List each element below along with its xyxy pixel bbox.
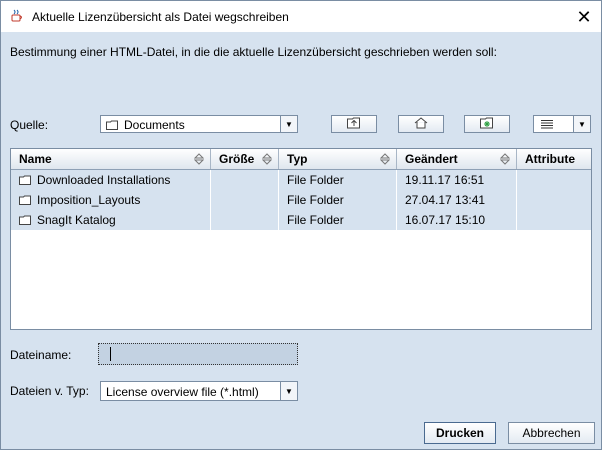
column-header-name[interactable]: Name [11, 149, 211, 169]
file-type: File Folder [279, 170, 397, 190]
home-button[interactable] [398, 115, 444, 133]
file-attribute [517, 190, 591, 210]
sort-icon [380, 153, 390, 165]
title-bar: Aktuelle Lizenzübersicht als Datei wegsc… [1, 1, 601, 32]
file-name: Imposition_Layouts [37, 193, 141, 207]
file-size [211, 190, 279, 210]
filename-field[interactable] [98, 343, 298, 365]
column-header-attribute[interactable]: Attribute [517, 149, 591, 169]
filetype-label: Dateien v. Typ: [10, 384, 89, 398]
sort-icon [194, 153, 204, 165]
source-combo[interactable]: Documents ▼ [100, 115, 298, 133]
view-list-icon [540, 119, 554, 133]
file-modified: 19.11.17 16:51 [397, 170, 517, 190]
column-header-modified[interactable]: Geändert [397, 149, 517, 169]
file-size [211, 210, 279, 230]
file-modified: 27.04.17 13:41 [397, 190, 517, 210]
table-row[interactable]: Downloaded Installations File Folder 19.… [11, 170, 591, 190]
instruction-text: Bestimmung einer HTML-Datei, in die die … [10, 45, 497, 59]
folder-icon [19, 171, 31, 190]
window-title: Aktuelle Lizenzübersicht als Datei wegsc… [32, 10, 289, 24]
dialog-content: Bestimmung einer HTML-Datei, in die die … [1, 32, 601, 449]
filetype-value: License overview file (*.html) [106, 385, 259, 399]
file-name: SnagIt Katalog [37, 213, 116, 227]
column-header-type[interactable]: Typ [279, 149, 397, 169]
up-folder-button[interactable] [331, 115, 377, 133]
chevron-down-icon[interactable]: ▼ [280, 116, 297, 132]
file-type: File Folder [279, 210, 397, 230]
file-name: Downloaded Installations [37, 173, 171, 187]
cancel-button[interactable]: Abbrechen [508, 422, 595, 444]
file-size [211, 170, 279, 190]
home-icon [413, 116, 429, 133]
column-header-size[interactable]: Größe [211, 149, 279, 169]
filename-label: Dateiname: [10, 348, 72, 362]
file-attribute [517, 170, 591, 190]
file-attribute [517, 210, 591, 230]
close-icon[interactable]: ✕ [567, 5, 601, 29]
source-label: Quelle: [10, 118, 49, 132]
sort-icon [262, 153, 272, 165]
new-folder-button[interactable] [464, 115, 510, 133]
source-value: Documents [124, 118, 185, 132]
chevron-down-icon[interactable]: ▼ [573, 116, 590, 132]
file-type: File Folder [279, 190, 397, 210]
table-row[interactable]: Imposition_Layouts File Folder 27.04.17 … [11, 190, 591, 210]
view-combo[interactable]: ▼ [533, 115, 591, 133]
new-folder-icon [479, 116, 495, 133]
folder-icon [19, 211, 31, 230]
file-table[interactable]: Name Größe Typ Geändert Attribute Downlo… [10, 148, 592, 330]
dialog-window: Aktuelle Lizenzübersicht als Datei wegsc… [0, 0, 602, 450]
filetype-combo[interactable]: License overview file (*.html) ▼ [100, 381, 298, 401]
table-header: Name Größe Typ Geändert Attribute [11, 149, 591, 170]
filename-input[interactable] [100, 345, 296, 363]
java-cup-icon [10, 9, 24, 23]
chevron-down-icon[interactable]: ▼ [280, 382, 297, 400]
print-button[interactable]: Drucken [424, 422, 496, 444]
text-caret [110, 347, 111, 361]
file-modified: 16.07.17 15:10 [397, 210, 517, 230]
up-folder-icon [346, 116, 362, 133]
sort-icon [500, 153, 510, 165]
folder-icon [106, 119, 118, 133]
folder-icon [19, 191, 31, 210]
table-row[interactable]: SnagIt Katalog File Folder 16.07.17 15:1… [11, 210, 591, 230]
